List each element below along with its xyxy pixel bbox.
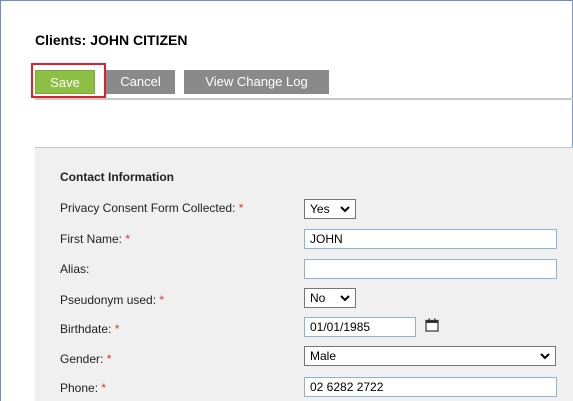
pseudonym-label: Pseudonym used: *: [60, 293, 164, 307]
first-name-label-text: First Name:: [60, 232, 123, 246]
required-marker: *: [125, 232, 131, 246]
required-marker: *: [159, 293, 165, 307]
phone-label: Phone: *: [60, 381, 106, 395]
chevron-down-icon: [540, 353, 550, 360]
gender-select[interactable]: Male: [304, 346, 556, 366]
required-marker: *: [106, 352, 112, 366]
required-marker: *: [101, 381, 107, 395]
save-button-highlight: [31, 63, 106, 98]
cancel-button[interactable]: Cancel: [106, 70, 175, 94]
page-title: Clients: JOHN CITIZEN: [35, 32, 188, 48]
chevron-down-icon: [340, 295, 350, 302]
alias-input[interactable]: [304, 259, 557, 279]
calendar-icon[interactable]: [425, 318, 439, 332]
privacy-consent-label-text: Privacy Consent Form Collected:: [60, 201, 236, 215]
pseudonym-value: No: [310, 291, 326, 305]
phone-label-text: Phone:: [60, 381, 99, 395]
phone-input[interactable]: 02 6282 2722: [304, 377, 557, 397]
pseudonym-label-text: Pseudonym used:: [60, 293, 157, 307]
chevron-down-icon: [340, 206, 350, 213]
required-marker: *: [238, 201, 244, 215]
gender-label-text: Gender:: [60, 352, 104, 366]
pseudonym-select[interactable]: No: [304, 288, 356, 308]
privacy-consent-select[interactable]: Yes: [304, 199, 356, 219]
privacy-consent-label: Privacy Consent Form Collected: *: [60, 201, 243, 215]
view-change-log-button[interactable]: View Change Log: [184, 70, 329, 94]
birthdate-label: Birthdate: *: [60, 322, 119, 336]
first-name-input[interactable]: JOHN: [304, 229, 557, 249]
required-marker: *: [114, 322, 120, 336]
alias-label-text: Alias:: [60, 262, 90, 276]
gender-value: Male: [310, 349, 337, 363]
birthdate-input[interactable]: 01/01/1985: [304, 317, 416, 337]
toolbar-divider: [35, 98, 573, 100]
section-title: Contact Information: [60, 170, 174, 184]
first-name-label: First Name: *: [60, 232, 130, 246]
privacy-consent-value: Yes: [310, 202, 330, 216]
gender-label: Gender: *: [60, 352, 111, 366]
birthdate-label-text: Birthdate:: [60, 322, 112, 336]
alias-label: Alias:: [60, 262, 89, 276]
